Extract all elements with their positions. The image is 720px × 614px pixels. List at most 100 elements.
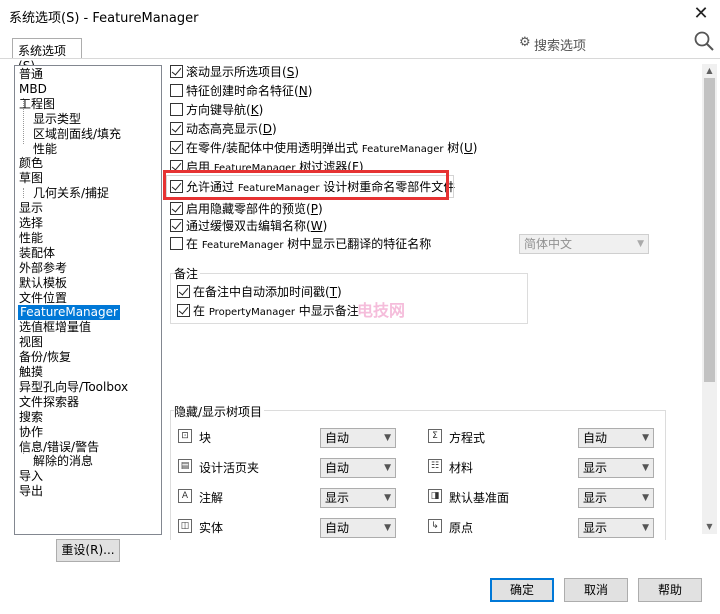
- tree-item[interactable]: 颜色: [19, 156, 43, 171]
- option-label: 启用隐藏零部件的预览: [186, 202, 307, 216]
- close-icon[interactable]: ✕: [688, 2, 714, 26]
- note-option-row[interactable]: 在备注中自动添加时间戳(T): [177, 284, 342, 301]
- block-icon: ⊡: [178, 429, 192, 443]
- tree-item[interactable]: 区域剖面线/填充: [33, 127, 121, 142]
- tree-item[interactable]: 外部参考: [19, 261, 67, 276]
- search-icon[interactable]: [693, 30, 715, 52]
- chevron-down-icon: ▼: [384, 433, 391, 443]
- option-label: 特征创建时命名特征: [186, 84, 295, 98]
- chevron-down-icon: ▼: [642, 433, 649, 443]
- option-row[interactable]: 滚动显示所选项目(S): [170, 64, 299, 81]
- language-dropdown[interactable]: 简体中文 ▼: [519, 234, 649, 254]
- tree-item[interactable]: 性能: [19, 231, 43, 246]
- equation-icon: Σ: [428, 429, 442, 443]
- tree-item[interactable]: 触摸: [19, 365, 43, 380]
- tree-item[interactable]: 默认模板: [19, 276, 67, 291]
- tree-item[interactable]: 显示类型: [33, 112, 81, 127]
- checkbox[interactable]: [170, 202, 183, 215]
- search-input[interactable]: 搜索选项: [534, 35, 586, 54]
- visibility-dropdown[interactable]: 显示 ▼: [578, 518, 654, 538]
- cancel-button[interactable]: 取消: [564, 578, 628, 602]
- window-title: 系统选项(S) - FeatureManager: [9, 11, 199, 26]
- note-option-row[interactable]: 在 PropertyManager 中显示备注: [177, 303, 359, 320]
- notes-group-label: 备注: [174, 265, 201, 282]
- tree-item[interactable]: 异型孔向导/Toolbox: [19, 380, 128, 395]
- tree-item-label: 设计活页夹: [199, 461, 260, 475]
- tree-item[interactable]: 信息/错误/警告: [19, 440, 99, 455]
- tree-item[interactable]: 文件探索器: [19, 395, 79, 410]
- checkbox[interactable]: [170, 141, 183, 154]
- option-row[interactable]: 通过缓慢双击编辑名称(W): [170, 218, 327, 235]
- tab-system-options[interactable]: 系统选项(S): [12, 38, 82, 73]
- option-row[interactable]: 在 FeatureManager 树中显示已翻译的特征名称: [170, 236, 431, 253]
- option-row[interactable]: 动态高亮显示(D): [170, 121, 277, 138]
- tree-item[interactable]: MBD: [19, 82, 47, 97]
- visibility-dropdown[interactable]: 自动 ▼: [320, 458, 396, 478]
- tree-item[interactable]: 备份/恢复: [19, 350, 71, 365]
- tree-item[interactable]: 文件位置: [19, 291, 67, 306]
- tree-item[interactable]: 选择: [19, 216, 43, 231]
- checkbox[interactable]: [170, 219, 183, 232]
- tree-item[interactable]: 性能: [33, 142, 57, 157]
- visibility-dropdown[interactable]: 自动 ▼: [578, 428, 654, 448]
- checkbox[interactable]: [170, 65, 183, 78]
- option-mnemonic: S: [286, 65, 295, 79]
- option-label: 滚动显示所选项目: [186, 65, 283, 79]
- tree-item[interactable]: 搜索: [19, 410, 43, 425]
- tree-item-label: 注解: [199, 491, 224, 505]
- visibility-dropdown-value: 自动: [325, 431, 350, 445]
- reset-button[interactable]: 重设(R)...: [56, 539, 120, 562]
- tree-item[interactable]: 解除的消息: [33, 454, 93, 469]
- visibility-dropdown[interactable]: 自动 ▼: [320, 428, 396, 448]
- tree-item[interactable]: 导出: [19, 484, 43, 499]
- checkbox[interactable]: [177, 285, 190, 298]
- tree-item[interactable]: 几何关系/捕捉: [33, 186, 109, 201]
- tree-item[interactable]: 视图: [19, 335, 43, 350]
- chevron-down-icon: ▼: [384, 493, 391, 503]
- chevron-down-icon: ▼: [637, 239, 644, 249]
- tree-item[interactable]: 选值框增量值: [19, 320, 91, 335]
- option-row[interactable]: 在零件/装配体中使用透明弹出式 FeatureManager 树(U): [170, 140, 477, 157]
- checkbox[interactable]: [170, 122, 183, 135]
- option-label: 通过缓慢双击编辑名称: [186, 219, 307, 233]
- tree-item[interactable]: 工程图: [19, 97, 55, 112]
- option-row[interactable]: 方向键导航(K): [170, 102, 263, 119]
- scrollbar-thumb[interactable]: [704, 78, 715, 382]
- tree-item-label: 方程式: [449, 431, 486, 445]
- option-label: 在零件/装配体中使用透明弹出式: [186, 141, 362, 155]
- ok-button[interactable]: 确定: [490, 578, 554, 602]
- checkbox[interactable]: [170, 84, 183, 97]
- option-row[interactable]: 启用隐藏零部件的预览(P): [170, 201, 323, 218]
- tree-item[interactable]: 协作: [19, 425, 43, 440]
- visibility-dropdown-value: 显示: [325, 491, 350, 505]
- option-label: 树: [443, 141, 460, 155]
- gear-icon: ⚙: [519, 35, 531, 50]
- checkbox[interactable]: [170, 237, 183, 250]
- visibility-dropdown[interactable]: 显示 ▼: [578, 488, 654, 508]
- options-tree[interactable]: 普通 MBD 工程图 显示类型 区域剖面线/填充 性能 颜色 草图 几何关系/捕捉 显示 选择 性能装…: [14, 65, 162, 535]
- scroll-down-icon[interactable]: ▼: [702, 520, 717, 534]
- tree-item[interactable]: FeatureManager: [18, 305, 120, 321]
- tree-item[interactable]: 显示: [19, 201, 43, 216]
- scroll-up-icon[interactable]: ▲: [702, 64, 717, 78]
- help-button[interactable]: 帮助: [638, 578, 702, 602]
- option-mnemonic: K: [250, 103, 259, 117]
- visibility-dropdown[interactable]: 自动 ▼: [320, 518, 396, 538]
- visibility-dropdown-value: 显示: [583, 461, 608, 475]
- watermark-text: 电技网: [357, 301, 406, 320]
- checkbox[interactable]: [170, 103, 183, 116]
- chevron-down-icon: ▼: [384, 523, 391, 533]
- option-row[interactable]: 特征创建时命名特征(N): [170, 83, 312, 100]
- tree-item-label: 原点: [449, 521, 474, 535]
- tree-item[interactable]: 装配体: [19, 246, 55, 261]
- option-mnemonic: D: [262, 122, 272, 136]
- tree-item[interactable]: 草图: [19, 171, 43, 186]
- tree-item[interactable]: 普通: [19, 67, 43, 82]
- option-label: 在: [193, 304, 209, 318]
- hide-show-group-label: 隐藏/显示树项目: [174, 403, 265, 420]
- checkbox[interactable]: [177, 304, 190, 317]
- option-mnemonic: U: [464, 141, 473, 155]
- tree-item[interactable]: 导入: [19, 469, 43, 484]
- visibility-dropdown[interactable]: 显示 ▼: [320, 488, 396, 508]
- visibility-dropdown[interactable]: 显示 ▼: [578, 458, 654, 478]
